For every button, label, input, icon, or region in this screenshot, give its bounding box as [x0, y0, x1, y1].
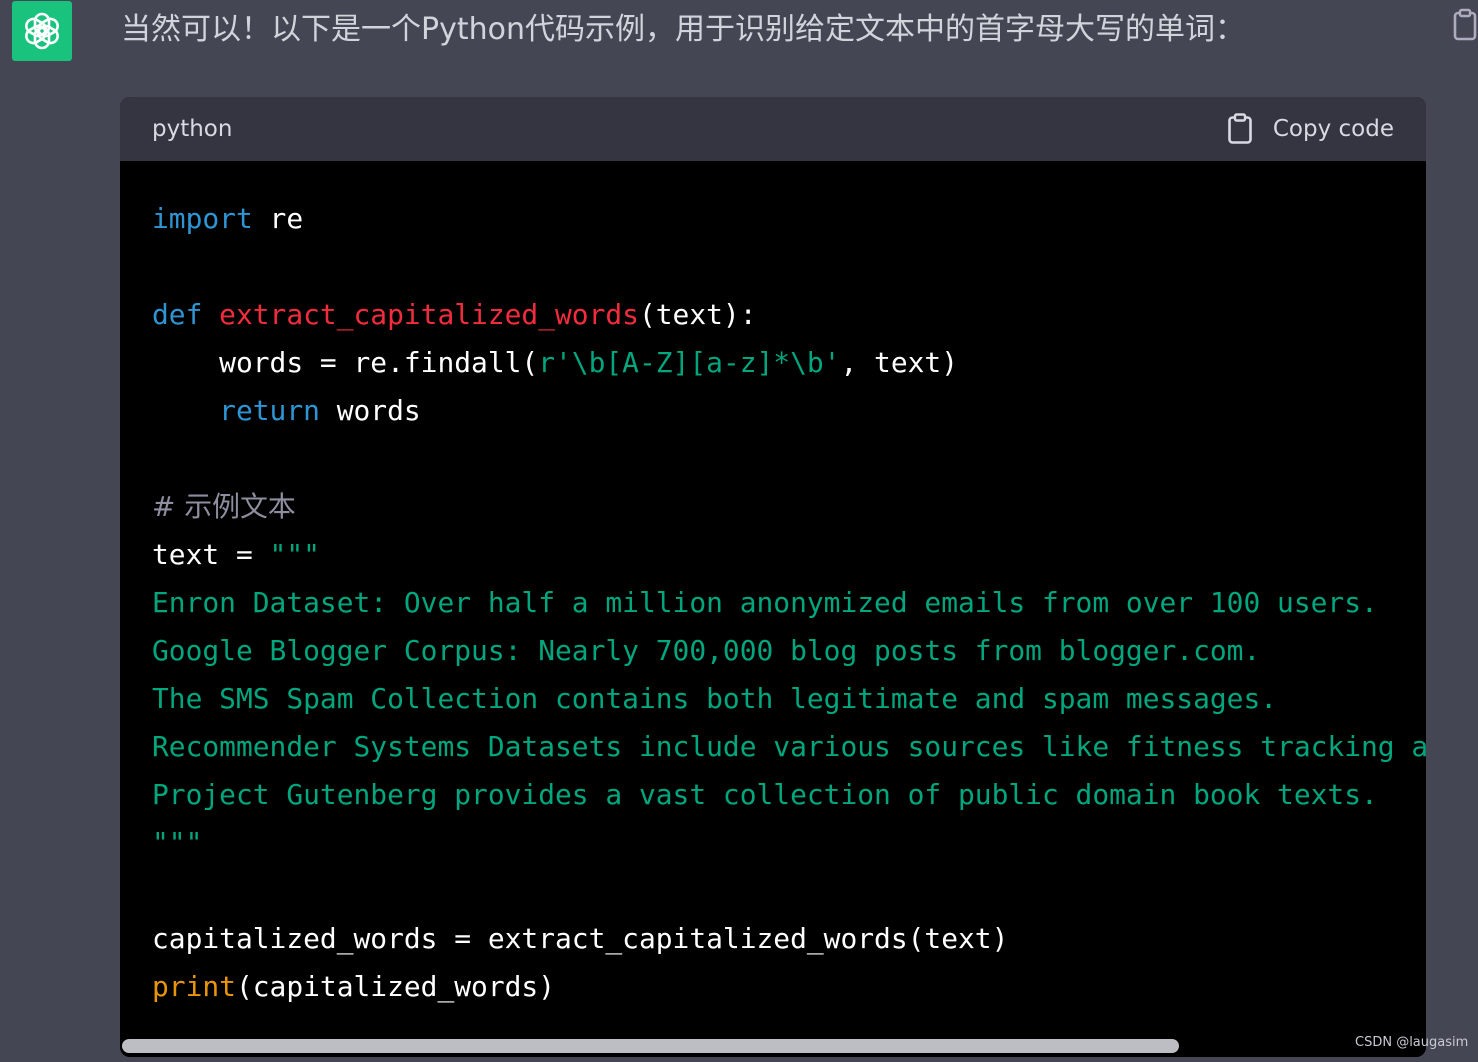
code-line: Recommender Systems Datasets include var… — [152, 723, 1426, 771]
code-token: The SMS Spam Collection contains both le… — [152, 682, 1278, 715]
code-token: """ — [152, 826, 203, 859]
code-line: # 示例文本 — [152, 483, 1426, 531]
scrollbar-thumb[interactable] — [122, 1039, 1179, 1053]
clipboard-icon[interactable] — [1452, 8, 1478, 42]
code-token: return — [219, 394, 320, 427]
code-line: import re — [152, 195, 1426, 243]
code-line: words = re.findall(r'\b[A-Z][a-z]*\b', t… — [152, 339, 1426, 387]
code-token: import — [152, 202, 253, 235]
assistant-avatar — [12, 1, 72, 61]
code-token: Enron Dataset: Over half a million anony… — [152, 586, 1378, 619]
code-line: Google Blogger Corpus: Nearly 700,000 bl… — [152, 627, 1426, 675]
code-block: python Copy code import re def extract_ca… — [120, 97, 1426, 1057]
assistant-message-text: 当然可以！以下是一个Python代码示例，用于识别给定文本中的首字母大写的单词： — [121, 12, 1245, 47]
code-token: text = — [152, 538, 270, 571]
code-token: def — [152, 298, 203, 331]
copy-code-label: Copy code — [1272, 116, 1394, 142]
code-token: (text): — [638, 298, 757, 331]
code-token: re — [252, 202, 304, 235]
openai-logo-icon — [25, 12, 59, 50]
code-line: capitalized_words = extract_capitalized_… — [152, 915, 1426, 963]
code-token: r'\b[A-Z][a-z]*\b' — [538, 346, 841, 379]
code-token: Recommender Systems Datasets include var… — [152, 730, 1426, 763]
horizontal-scrollbar[interactable] — [120, 1037, 1426, 1057]
code-line: print(capitalized_words) — [152, 963, 1426, 1011]
code-token: """ — [269, 538, 320, 571]
code-line: Project Gutenberg provides a vast collec… — [152, 771, 1426, 819]
copy-code-button[interactable]: Copy code — [1227, 111, 1394, 147]
code-line: return words — [152, 387, 1426, 435]
code-line: The SMS Spam Collection contains both le… — [152, 675, 1426, 723]
code-token: (capitalized_words) — [235, 970, 556, 1003]
code-token: Google Blogger Corpus: Nearly 700,000 bl… — [152, 634, 1261, 667]
code-line: Enron Dataset: Over half a million anony… — [152, 579, 1426, 627]
code-token: capitalized_words = extract_capitalized_… — [152, 922, 1009, 955]
code-token: print — [152, 970, 236, 1003]
code-line: """ — [152, 819, 1426, 867]
code-line: def extract_capitalized_words(text): — [152, 291, 1426, 339]
code-content: import re def extract_capitalized_words(t… — [152, 195, 1426, 1011]
watermark: CSDN @laugasim — [1355, 1035, 1469, 1050]
code-line: text = """ — [152, 531, 1426, 579]
code-token: , text) — [840, 346, 959, 379]
code-language-label: python — [152, 116, 233, 142]
code-token: extract_capitalized_words — [219, 298, 639, 331]
clipboard-icon — [1228, 113, 1252, 144]
code-token: words = re.findall( — [152, 346, 539, 379]
code-block-header: python Copy code — [120, 97, 1426, 161]
code-token: words — [319, 394, 421, 427]
code-token: Project Gutenberg provides a vast collec… — [152, 778, 1378, 811]
code-token: # 示例文本 — [152, 490, 296, 523]
